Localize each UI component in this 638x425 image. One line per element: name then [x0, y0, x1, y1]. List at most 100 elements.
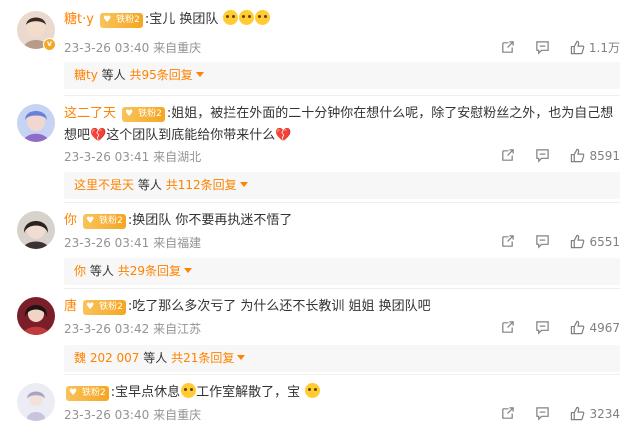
- like-icon: [570, 40, 585, 55]
- comment-button[interactable]: [535, 148, 550, 163]
- reply-username[interactable]: 这里不是天: [74, 178, 134, 192]
- chevron-down-icon: [195, 72, 204, 77]
- comment-text: 唐 铁粉2:吃了那么多次亏了 为什么还不长教训 姐姐 换团队吧: [64, 296, 620, 318]
- comment-location: 来自江苏: [153, 322, 202, 336]
- comment-content-2: 这个团队到底能给你带来什么: [106, 128, 276, 143]
- reply-summary[interactable]: 魏 202 007 等人 共21条回复: [64, 345, 620, 372]
- avatar[interactable]: [17, 383, 55, 421]
- comment-time: 23-3-26 03:42: [64, 322, 150, 336]
- reply-summary[interactable]: 糖ty 等人 共95条回复: [64, 62, 620, 89]
- comment-actions: 4967: [480, 320, 620, 335]
- comment-icon: [536, 321, 550, 335]
- comment-time: 23-3-26 03:40: [64, 408, 150, 422]
- like-button[interactable]: 6551: [570, 234, 620, 249]
- broken-heart-icon: 💔: [275, 128, 292, 143]
- share-button[interactable]: [500, 406, 515, 421]
- broken-heart-icon: 💔: [90, 128, 107, 143]
- comment-location: 来自湖北: [153, 150, 202, 164]
- username-link[interactable]: 这二了天: [64, 106, 116, 121]
- comment-icon: [536, 41, 549, 55]
- comment-item: 唐 铁粉2:吃了那么多次亏了 为什么还不长教训 姐姐 换团队吧 23-3-26 …: [0, 289, 638, 375]
- comment-list: v 糖t·y 铁粉2:宝儿 换团队 23-3-26 03:40 来自重庆 1.1…: [0, 0, 638, 425]
- crying-emoji-icon: [239, 10, 255, 25]
- comment-content: :换团队 你不要再执迷不悟了: [127, 213, 293, 228]
- comment-button[interactable]: [535, 40, 550, 55]
- like-button[interactable]: 3234: [570, 406, 620, 421]
- fan-badge: 铁粉2: [122, 107, 165, 122]
- share-icon: [502, 321, 515, 333]
- reply-username[interactable]: 魏 202 007: [74, 351, 139, 365]
- verified-badge-icon: v: [43, 38, 56, 51]
- share-icon: [502, 41, 514, 53]
- comment-content-2: 工作室解散了，宝: [196, 385, 301, 400]
- fan-badge: 铁粉2: [66, 386, 109, 401]
- share-button[interactable]: [500, 148, 515, 163]
- comment-content: :宝儿 换团队: [144, 12, 219, 27]
- reply-others-label: 等人: [137, 178, 162, 192]
- comment-actions: 3234: [480, 406, 620, 421]
- comment-item: v 糖t·y 铁粉2:宝儿 换团队 23-3-26 03:40 来自重庆 1.1…: [0, 0, 638, 96]
- reply-count-link[interactable]: 共29条回复: [118, 264, 181, 278]
- comment-meta: 23-3-26 03:40 来自重庆: [64, 39, 201, 56]
- comment-meta: 23-3-26 03:41 来自湖北: [64, 148, 201, 165]
- fan-badge: 铁粉2: [100, 13, 143, 28]
- comment-actions: 6551: [480, 234, 620, 249]
- share-button[interactable]: [500, 320, 515, 335]
- share-button[interactable]: [500, 234, 515, 249]
- reply-count-link[interactable]: 共21条回复: [171, 351, 234, 365]
- comment-location: 来自福建: [153, 236, 202, 250]
- comment-time: 23-3-26 03:40: [64, 41, 150, 55]
- avatar[interactable]: [17, 104, 55, 142]
- comment-item: 你 铁粉2:换团队 你不要再执迷不悟了 23-3-26 03:41 来自福建 6…: [0, 203, 638, 289]
- comment-text: 糖t·y 铁粉2:宝儿 换团队: [64, 9, 620, 31]
- reply-username[interactable]: 糖ty: [74, 68, 98, 82]
- share-button[interactable]: [500, 40, 515, 55]
- share-icon: [502, 407, 515, 419]
- comment-time: 23-3-26 03:41: [64, 150, 150, 164]
- comment-icon: [536, 407, 550, 421]
- comment-location: 来自重庆: [153, 41, 202, 55]
- reply-others-label: 等人: [89, 264, 114, 278]
- like-button[interactable]: 4967: [570, 320, 620, 335]
- like-button[interactable]: 1.1万: [570, 39, 620, 56]
- reply-others-label: 等人: [143, 351, 168, 365]
- reply-count-link[interactable]: 共95条回复: [129, 68, 192, 82]
- comment-text: 这二了天 铁粉2:姐姐，被拦在外面的二十分钟你在想什么呢，除了安慰粉丝之外，也为…: [64, 103, 620, 147]
- username-link[interactable]: 你: [64, 213, 77, 228]
- like-count: 4967: [589, 320, 620, 335]
- like-icon: [571, 234, 585, 249]
- fan-badge: 铁粉2: [83, 214, 126, 229]
- comment-meta: 23-3-26 03:41 来自福建: [64, 234, 201, 251]
- comment-content: :吃了那么多次亏了 为什么还不长教训 姐姐 换团队吧: [127, 299, 431, 314]
- comment-button[interactable]: [535, 406, 550, 421]
- share-icon: [502, 149, 515, 161]
- comment-text: 铁粉2:宝早点休息工作室解散了，宝: [64, 382, 620, 404]
- reply-count-link[interactable]: 共112条回复: [166, 178, 237, 192]
- like-count: 3234: [589, 406, 620, 421]
- like-icon: [571, 148, 585, 163]
- like-icon: [571, 406, 585, 421]
- comment-actions: 8591: [480, 148, 620, 163]
- like-icon: [571, 320, 585, 335]
- crying-emoji-icon: [255, 10, 271, 25]
- comment-button[interactable]: [535, 234, 550, 249]
- fan-badge: 铁粉2: [83, 300, 126, 315]
- reply-summary[interactable]: 这里不是天 等人 共112条回复: [64, 172, 620, 199]
- comment-actions: 1.1万: [480, 39, 620, 56]
- avatar[interactable]: [17, 297, 55, 335]
- like-count: 8591: [589, 148, 620, 163]
- reply-summary[interactable]: 你 等人 共29条回复: [64, 258, 620, 285]
- username-link[interactable]: 唐: [64, 299, 77, 314]
- chevron-down-icon: [183, 268, 192, 273]
- share-icon: [502, 235, 515, 247]
- comment-icon: [536, 235, 550, 249]
- username-link[interactable]: 糖t·y: [64, 12, 94, 27]
- comment-button[interactable]: [535, 320, 550, 335]
- avatar[interactable]: [17, 211, 55, 249]
- crying-emoji-icon: [223, 10, 239, 25]
- reply-others-label: 等人: [101, 68, 126, 82]
- like-button[interactable]: 8591: [570, 148, 620, 163]
- comment-text: 你 铁粉2:换团队 你不要再执迷不悟了: [64, 210, 620, 232]
- chevron-down-icon: [239, 182, 248, 187]
- reply-username[interactable]: 你: [74, 264, 86, 278]
